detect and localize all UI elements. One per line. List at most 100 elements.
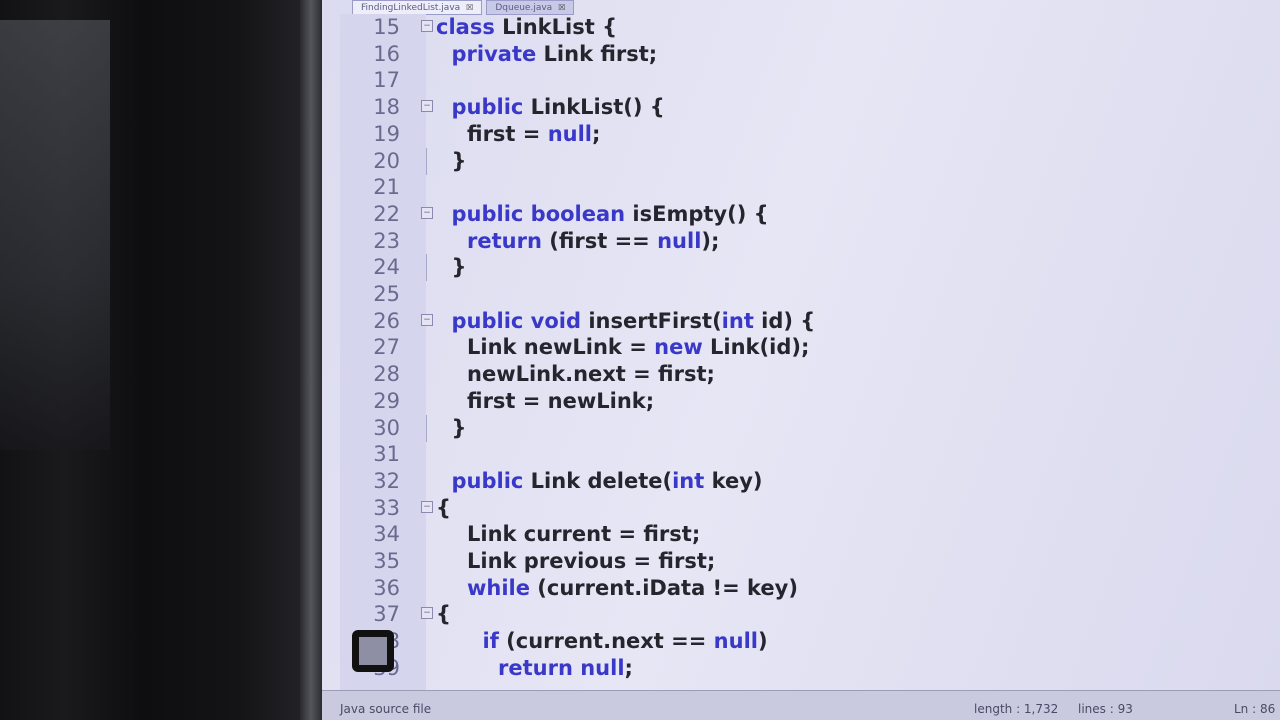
keyword-token: return — [498, 655, 573, 680]
code-token: (first == — [541, 228, 658, 253]
keyword-token: null — [657, 228, 702, 253]
code-token: LinkList { — [494, 15, 618, 39]
code-line[interactable]: 38if (current.next == null) — [322, 628, 1280, 655]
keyword-token: public — [451, 468, 524, 493]
code-line[interactable]: 39return null; — [322, 655, 1280, 682]
code-token: insertFirst( — [581, 308, 722, 333]
code-line[interactable]: 19 first = null; — [322, 121, 1280, 148]
line-number: 36 — [373, 575, 400, 600]
code-token: key) — [704, 468, 763, 493]
code-line[interactable]: 16 private Link first; — [322, 41, 1280, 68]
code-token: Link delete( — [523, 468, 673, 493]
close-icon[interactable]: ☒ — [558, 3, 565, 12]
keyword-token: public — [451, 308, 524, 333]
line-number: 32 — [373, 468, 400, 493]
code-text: while (current.iData != key) — [467, 575, 798, 602]
code-line[interactable]: 25 — [322, 281, 1280, 308]
fold-toggle-icon[interactable]: − — [421, 206, 433, 219]
tab-findinglinkedlist[interactable]: FindingLinkedList.java ☒ — [352, 0, 483, 15]
line-number: 28 — [373, 362, 400, 387]
code-token: Link(id); — [702, 335, 810, 360]
code-token: Link previous = first; — [467, 549, 716, 573]
code-line[interactable]: 26 − public void insertFirst(int id) { — [322, 308, 1280, 335]
line-number: 16 — [373, 41, 400, 66]
keyword-token: if — [482, 629, 499, 654]
fold-toggle-icon[interactable]: − — [421, 100, 433, 113]
code-text: public void insertFirst(int id) { — [452, 308, 816, 335]
code-line[interactable]: 27 Link newLink = new Link(id); — [322, 334, 1280, 361]
status-bar: Java source file length : 1,732 lines : … — [322, 690, 1280, 720]
code-text: } — [452, 254, 467, 281]
code-token: ; — [624, 655, 633, 680]
code-line[interactable]: 35 Link previous = first; — [322, 548, 1280, 575]
code-text: return (first == null); — [467, 228, 719, 255]
code-line[interactable]: 23 return (first == null); — [322, 228, 1280, 255]
code-line[interactable]: 28 newLink.next = first; — [322, 361, 1280, 388]
keyword-token: null — [580, 655, 625, 680]
status-position: Ln : 86 — [1234, 702, 1276, 716]
line-number: 23 — [373, 228, 400, 253]
line-number: 25 — [373, 282, 400, 306]
code-line[interactable]: 34 Link current = first; — [322, 521, 1280, 548]
keyword-token: class — [436, 15, 495, 39]
code-line[interactable]: 21 — [322, 174, 1280, 201]
code-text: private Link first; — [452, 41, 658, 68]
code-line[interactable]: 18 − public LinkList() { — [322, 94, 1280, 121]
code-token: } — [451, 148, 467, 173]
code-text: return null; — [498, 655, 633, 682]
monitor-bezel — [300, 0, 322, 720]
code-line[interactable]: 15 − class LinkList { — [322, 14, 1280, 41]
keyword-token: void — [530, 308, 582, 333]
code-text: newLink.next = first; — [467, 361, 715, 388]
fold-guide — [426, 254, 427, 282]
close-icon[interactable]: ☒ — [466, 3, 473, 12]
code-token: Link first; — [536, 41, 658, 66]
tab-label: FindingLinkedList.java — [361, 3, 461, 13]
code-token: } — [451, 415, 467, 440]
code-text: class LinkList { — [436, 14, 617, 41]
code-text: { — [436, 495, 451, 522]
code-token: newLink.next = first; — [467, 362, 715, 387]
fold-toggle-icon[interactable]: − — [421, 607, 433, 620]
code-token: { — [436, 495, 451, 520]
fold-toggle-icon[interactable]: − — [421, 20, 433, 32]
code-line[interactable]: 37 −{ — [322, 601, 1280, 628]
code-line[interactable]: 22 − public boolean isEmpty() { — [322, 201, 1280, 228]
line-number: 34 — [373, 522, 400, 547]
code-text: Link previous = first; — [467, 548, 715, 575]
fold-guide — [426, 414, 427, 442]
keyword-token: while — [467, 575, 530, 600]
status-file-type: Java source file — [340, 702, 432, 716]
code-line[interactable]: 24} — [322, 254, 1280, 282]
code-text: first = newLink; — [467, 388, 654, 415]
code-token: id) { — [753, 308, 816, 333]
code-line[interactable]: 31 — [322, 441, 1280, 468]
code-line[interactable]: 36 while (current.iData != key) — [322, 575, 1280, 602]
code-token: isEmpty() { — [625, 201, 769, 226]
code-text: public LinkList() { — [452, 94, 665, 121]
code-text: } — [452, 415, 467, 442]
code-line[interactable]: 32 public Link delete(int key) — [322, 468, 1280, 495]
line-number: 26 — [373, 308, 400, 333]
code-line[interactable]: 20} — [322, 147, 1280, 175]
code-token: LinkList() { — [523, 95, 665, 120]
keyword-token: return — [467, 228, 542, 253]
code-line[interactable]: 33 −{ — [322, 495, 1280, 522]
tab-dqueue[interactable]: Dqueue.java ☒ — [486, 0, 575, 15]
line-number: 19 — [373, 121, 400, 146]
fold-toggle-icon[interactable]: − — [421, 313, 433, 326]
bookmark-marker-icon — [352, 630, 394, 672]
code-editor[interactable]: 15− class LinkList {16 private Link first;… — [322, 14, 1280, 690]
code-text: } — [452, 148, 467, 175]
fold-toggle-icon[interactable]: − — [421, 500, 433, 513]
line-number: 21 — [373, 175, 400, 200]
code-text: public Link delete(int key) — [452, 468, 763, 495]
code-text: if (current.next == null) — [483, 628, 768, 655]
code-line[interactable]: 17 — [322, 67, 1280, 94]
status-length: length : 1,732 — [974, 702, 1059, 716]
code-line[interactable]: 30} — [322, 414, 1280, 442]
code-token: } — [451, 255, 467, 280]
code-token: ; — [591, 121, 601, 146]
code-line[interactable]: 29 first = newLink; — [322, 388, 1280, 415]
